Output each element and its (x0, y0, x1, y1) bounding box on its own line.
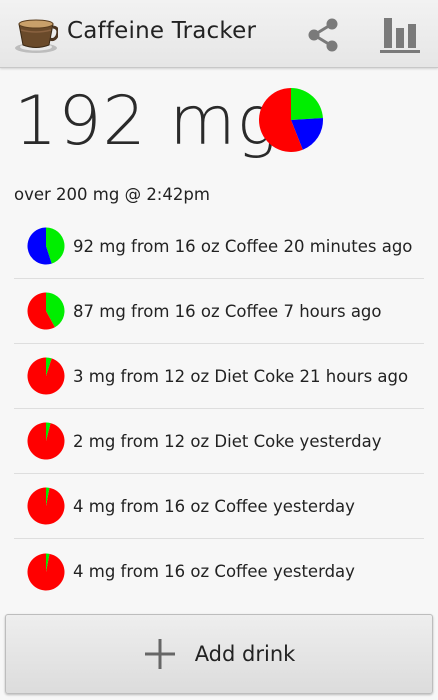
drink-list-item-text: 4 mg from 16 oz Coffee yesterday (73, 562, 355, 581)
drink-list-item[interactable]: 87 mg from 16 oz Coffee 7 hours ago (14, 279, 424, 344)
add-drink-button[interactable]: Add drink (5, 614, 433, 694)
pie-slice (291, 88, 323, 120)
share-icon[interactable] (304, 16, 342, 54)
drink-list-item-text: 92 mg from 16 oz Coffee 20 minutes ago (73, 236, 413, 256)
app-title: Caffeine Tracker (67, 18, 257, 44)
drink-list-item[interactable]: 2 mg from 12 oz Diet Coke yesterday (14, 409, 424, 474)
pie-slice (27, 553, 65, 590)
drink-list-item[interactable]: 3 mg from 12 oz Diet Coke 21 hours ago (14, 344, 424, 409)
drink-pie-icon (27, 422, 65, 460)
drink-pie-icon (27, 357, 65, 395)
coffee-cup-icon (15, 19, 58, 53)
action-bar: Caffeine Tracker (0, 0, 438, 68)
add-drink-label: Add drink (194, 642, 296, 666)
drink-pie-icon (27, 553, 65, 590)
drink-list-item-text: 3 mg from 12 oz Diet Coke 21 hours ago (73, 366, 409, 386)
projection-text: over 200 mg @ 2:42pm (14, 185, 210, 204)
drink-list-item[interactable]: 4 mg from 16 oz Coffee yesterday (14, 474, 424, 539)
drink-pie-icon (27, 292, 65, 330)
bar-chart-icon[interactable] (378, 14, 422, 56)
caffeine-total: 192 mg (14, 82, 279, 161)
drink-list-item[interactable]: 4 mg from 16 oz Coffee yesterday (14, 539, 424, 604)
total-pie-chart (259, 88, 323, 152)
drink-pie-icon (27, 227, 65, 265)
drink-list-item-text: 2 mg from 12 oz Diet Coke yesterday (73, 431, 382, 451)
drink-list-item[interactable]: 92 mg from 16 oz Coffee 20 minutes ago (14, 214, 424, 279)
plus-icon (144, 639, 175, 669)
drink-list-item-text: 4 mg from 16 oz Coffee yesterday (73, 496, 355, 516)
pie-slice (27, 487, 65, 525)
drink-list: 92 mg from 16 oz Coffee 20 minutes ago 87… (14, 214, 424, 604)
pie-slice (27, 357, 65, 395)
pie-slice (27, 422, 65, 460)
drink-pie-icon (27, 487, 65, 525)
drink-list-item-text: 87 mg from 16 oz Coffee 7 hours ago (73, 301, 382, 321)
